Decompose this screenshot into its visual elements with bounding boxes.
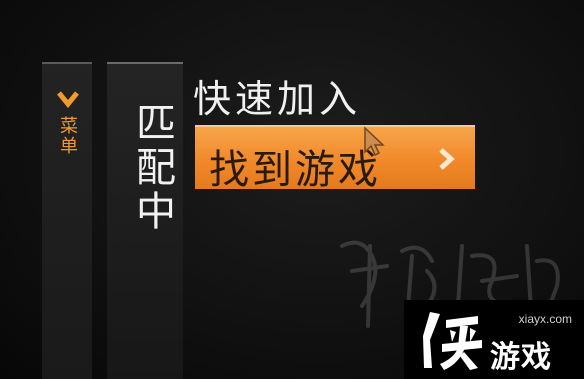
menu-label: 菜单 xyxy=(57,116,78,156)
xia-logo-icon xyxy=(423,312,482,370)
find-game-button[interactable]: 找到游戏 xyxy=(195,125,475,193)
chevron-right-icon xyxy=(439,148,455,170)
mouse-cursor-icon xyxy=(364,126,385,157)
watermark-url: xiayx.com xyxy=(518,312,572,326)
matchmaking-status: 匹配中 xyxy=(129,102,175,234)
watermark-name: 游戏 xyxy=(490,340,552,375)
menu-button[interactable]: 菜单 xyxy=(42,62,92,379)
find-game-label: 找到游戏 xyxy=(209,147,381,193)
game-screen: 菜单 匹配中 快速加入 找到游戏 xiayx.com 游戏 xyxy=(0,0,584,379)
site-watermark: xiayx.com 游戏 xyxy=(404,300,584,379)
chevron-down-icon xyxy=(57,91,79,108)
quick-join-title: 快速加入 xyxy=(193,77,362,121)
matchmaking-panel: 匹配中 xyxy=(107,62,183,379)
